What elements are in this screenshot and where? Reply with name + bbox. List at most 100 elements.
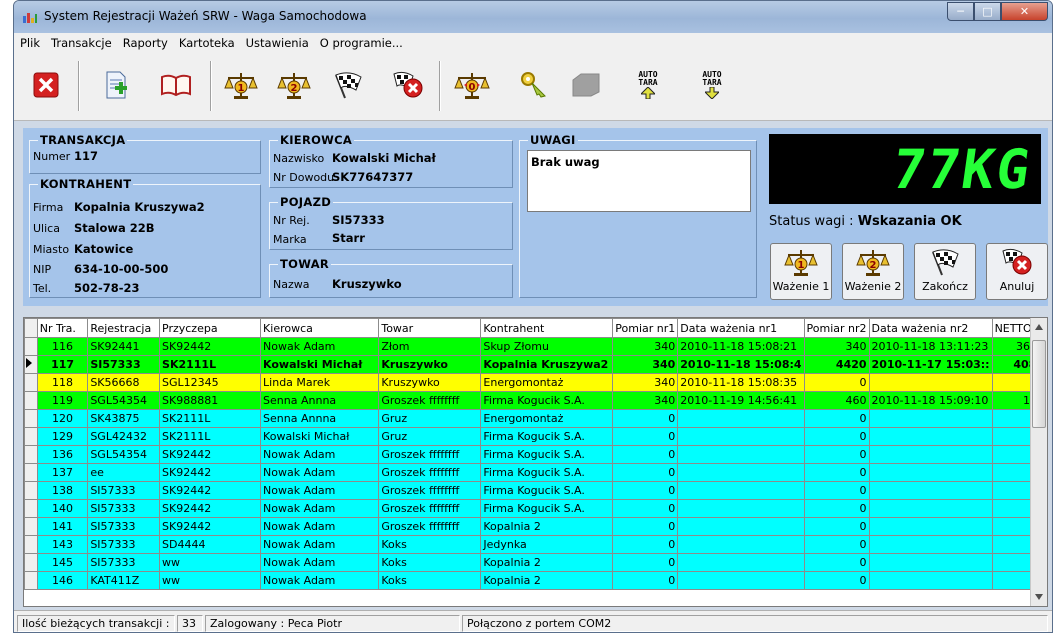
menu-transakcje[interactable]: Transakcje xyxy=(51,36,112,50)
cell-d1[interactable]: 2010-11-18 15:08:4 xyxy=(677,355,805,374)
cell-p1[interactable]: 0 xyxy=(612,427,679,446)
cell-d1[interactable] xyxy=(677,427,805,446)
col-header-towar[interactable]: Towar xyxy=(378,318,482,338)
table-row[interactable]: 145SI57333wwNowak AdamKoksKopalnia 2000 xyxy=(24,553,1047,572)
cell-rej[interactable]: SK56668 xyxy=(87,373,161,392)
cell-tow[interactable]: Groszek ffffffff xyxy=(378,481,482,500)
cell-rej[interactable]: ee xyxy=(87,463,161,482)
cell-rej[interactable]: SK92441 xyxy=(87,337,161,356)
cell-kier[interactable]: Nowak Adam xyxy=(260,499,380,518)
table-row[interactable]: 120 SK43875 SK2111L Senna Annna Gruz Energomo… xyxy=(24,409,1047,428)
cell-przy[interactable]: SK92442 xyxy=(159,337,262,356)
weighing-2-button[interactable]: 2 xyxy=(272,63,316,107)
cell-d2[interactable] xyxy=(868,463,993,482)
cell-tow[interactable]: Koks xyxy=(378,571,482,590)
col-header-rejestracja[interactable]: Rejestracja xyxy=(87,318,161,338)
cell-przy[interactable]: SK92442 xyxy=(159,499,262,518)
table-row[interactable]: 117 SI57333 SK2111L Kowalski Michał Kruszywk… xyxy=(24,355,1047,374)
col-header-pomiar1[interactable]: Pomiar nr1 xyxy=(612,318,679,338)
col-header-przyczepa[interactable]: Przyczepa xyxy=(159,318,262,338)
col-header-pomiar2[interactable]: Pomiar nr2 xyxy=(803,318,870,338)
cell-p1[interactable]: 0 xyxy=(612,535,679,554)
cell-p2[interactable]: 0 xyxy=(803,571,870,590)
cell-d2[interactable]: 2010-11-18 15:09:10 xyxy=(868,391,993,410)
cell-kier[interactable]: Nowak Adam xyxy=(260,445,380,464)
cell-nr[interactable]: 129 xyxy=(36,427,89,446)
row-indicator[interactable] xyxy=(24,481,38,500)
row-indicator[interactable] xyxy=(24,553,38,572)
table-row[interactable]: 119 SGL54354 SK988881 Senna Annna Groszek ff… xyxy=(24,391,1047,410)
row-indicator[interactable] xyxy=(24,337,38,356)
cell-rej[interactable]: SGL54354 xyxy=(87,445,161,464)
cell-przy[interactable]: SK92442 xyxy=(159,463,262,482)
cell-nr[interactable]: 141 xyxy=(36,517,89,536)
cell-d1[interactable] xyxy=(677,499,805,518)
cell-tow[interactable]: Groszek ffffffff xyxy=(378,463,482,482)
cancel-panel-button[interactable]: Anuluj xyxy=(986,243,1048,300)
row-indicator[interactable] xyxy=(24,499,38,518)
cell-p2[interactable]: 0 xyxy=(803,373,870,392)
cell-nr[interactable]: 138 xyxy=(36,481,89,500)
cell-nr[interactable]: 116 xyxy=(36,337,89,356)
cancel-flag-button[interactable] xyxy=(386,63,430,107)
weighing-1-button[interactable]: 1 xyxy=(219,63,263,107)
cell-rej[interactable]: KAT411Z xyxy=(87,571,161,590)
cell-kon[interactable]: Firma Kogucik S.A. xyxy=(480,463,614,482)
cell-kier[interactable]: Linda Marek xyxy=(260,373,380,392)
cell-p1[interactable]: 340 xyxy=(612,391,679,410)
cell-p2[interactable]: 0 xyxy=(803,553,870,572)
new-document-button[interactable] xyxy=(94,63,138,107)
cell-kon[interactable]: Kopalnia Kruszywa2 xyxy=(480,355,614,374)
cell-kon[interactable]: Skup Złomu xyxy=(480,337,614,356)
finish-button[interactable] xyxy=(326,63,370,107)
cell-d1[interactable]: 2010-11-19 14:56:41 xyxy=(677,391,805,410)
cell-przy[interactable]: SK92442 xyxy=(159,445,262,464)
cell-p2[interactable]: 0 xyxy=(803,481,870,500)
scroll-down-icon[interactable] xyxy=(1035,594,1043,600)
cell-tow[interactable]: Groszek ffffffff xyxy=(378,517,482,536)
cell-kon[interactable]: Firma Kogucik S.A. xyxy=(480,427,614,446)
cell-d1[interactable] xyxy=(677,553,805,572)
cell-rej[interactable]: SI57333 xyxy=(87,535,161,554)
cell-nr[interactable]: 143 xyxy=(36,535,89,554)
finish-panel-button[interactable]: Zakończ xyxy=(914,243,976,300)
cell-p2[interactable]: 0 xyxy=(803,499,870,518)
cell-nr[interactable]: 118 xyxy=(36,373,89,392)
cell-d1[interactable]: 2010-11-18 15:08:21 xyxy=(677,337,805,356)
cell-tow[interactable]: Kruszywko xyxy=(378,373,482,392)
cell-nr[interactable]: 136 xyxy=(36,445,89,464)
cell-nr[interactable]: 137 xyxy=(36,463,89,482)
cell-p2[interactable]: 460 xyxy=(803,391,870,410)
table-row[interactable]: 118 SK56668 SGL12345 Linda Marek Kruszywko En… xyxy=(24,373,1047,392)
scroll-up-icon[interactable] xyxy=(1035,324,1043,330)
table-row[interactable]: 141 SI57333 SK92442 Nowak Adam Groszek fffff… xyxy=(24,517,1047,536)
cell-d1[interactable] xyxy=(677,445,805,464)
disabled-tool-button[interactable] xyxy=(564,63,608,107)
cell-tow[interactable]: Kruszywko xyxy=(378,355,482,374)
cell-d1[interactable] xyxy=(677,517,805,536)
cell-d2[interactable] xyxy=(868,517,993,536)
cell-kon[interactable]: Firma Kogucik S.A. xyxy=(480,481,614,500)
cell-przy[interactable]: SGL12345 xyxy=(159,373,262,392)
cell-kon[interactable]: Kopalnia 2 xyxy=(480,571,614,590)
cell-p2[interactable]: 340 xyxy=(803,337,870,356)
cell-d2[interactable] xyxy=(868,373,993,392)
book-button[interactable] xyxy=(154,63,198,107)
cell-nr[interactable]: 145 xyxy=(36,553,89,572)
cell-p2[interactable]: 0 xyxy=(803,427,870,446)
cell-rej[interactable]: SI57333 xyxy=(87,481,161,500)
close-window-button[interactable]: ✕ xyxy=(1001,2,1048,21)
cell-kier[interactable]: Nowak Adam xyxy=(260,463,380,482)
cell-tow[interactable]: Groszek ffffffff xyxy=(378,499,482,518)
cell-nr[interactable]: 146 xyxy=(36,571,89,590)
cell-p1[interactable]: 0 xyxy=(612,553,679,572)
col-header-kierowca[interactable]: Kierowca xyxy=(260,318,380,338)
cell-kon[interactable]: Firma Kogucik S.A. xyxy=(480,445,614,464)
weighing-0-button[interactable]: 0 xyxy=(450,63,494,107)
row-indicator[interactable] xyxy=(24,517,38,536)
exit-button[interactable] xyxy=(24,63,68,107)
cell-d1[interactable] xyxy=(677,409,805,428)
cell-kon[interactable]: Firma Kogucik S.A. xyxy=(480,499,614,518)
cell-p1[interactable]: 0 xyxy=(612,499,679,518)
cell-przy[interactable]: SK988881 xyxy=(159,391,262,410)
